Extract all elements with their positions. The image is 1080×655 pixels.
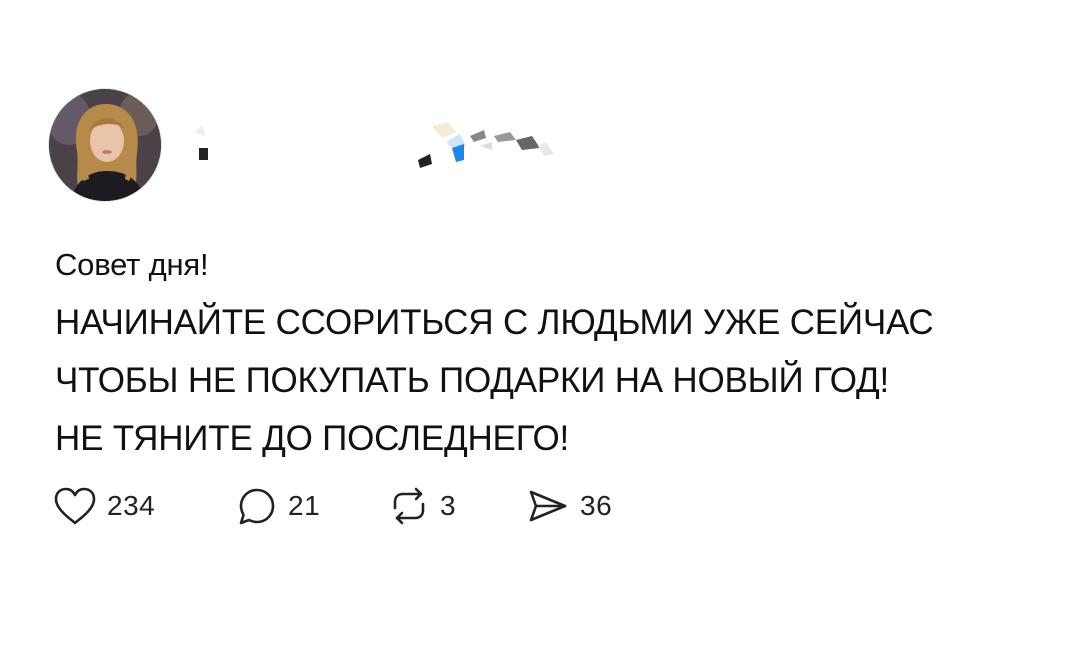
post-card: Совет дня! НАЧИНАЙТЕ ССОРИТЬСЯ С ЛЮДЬМИ … [0, 0, 1080, 655]
post-text-line: НЕ ТЯНИТЕ ДО ПОСЛЕДНЕГО! [55, 419, 570, 458]
like-button[interactable]: 234 [52, 484, 155, 528]
post-body: Совет дня! НАЧИНАЙТЕ ССОРИТЬСЯ С ЛЮДЬМИ … [55, 236, 1055, 468]
profile-photo-icon [49, 89, 161, 201]
like-count: 234 [107, 490, 156, 521]
repost-count: 3 [440, 490, 457, 521]
post-text-line: ЧТОБЫ НЕ ПОКУПАТЬ ПОДАРКИ НА НОВЫЙ ГОД! [55, 361, 890, 400]
send-icon [525, 484, 571, 528]
post-text-line: Совет дня! [55, 247, 209, 282]
share-count: 36 [580, 490, 613, 521]
reply-count: 21 [288, 490, 321, 521]
author-avatar[interactable] [49, 89, 161, 201]
repost-icon [387, 484, 431, 528]
heart-icon [52, 485, 98, 527]
share-button[interactable]: 36 [525, 484, 612, 528]
repost-button[interactable]: 3 [387, 484, 456, 528]
post-text-line: НАЧИНАЙТЕ ССОРИТЬСЯ С ЛЮДЬМИ УЖЕ СЕЙЧАС [55, 303, 934, 342]
username-redacted[interactable] [180, 112, 580, 172]
comment-icon [235, 484, 279, 528]
reply-button[interactable]: 21 [235, 484, 320, 528]
